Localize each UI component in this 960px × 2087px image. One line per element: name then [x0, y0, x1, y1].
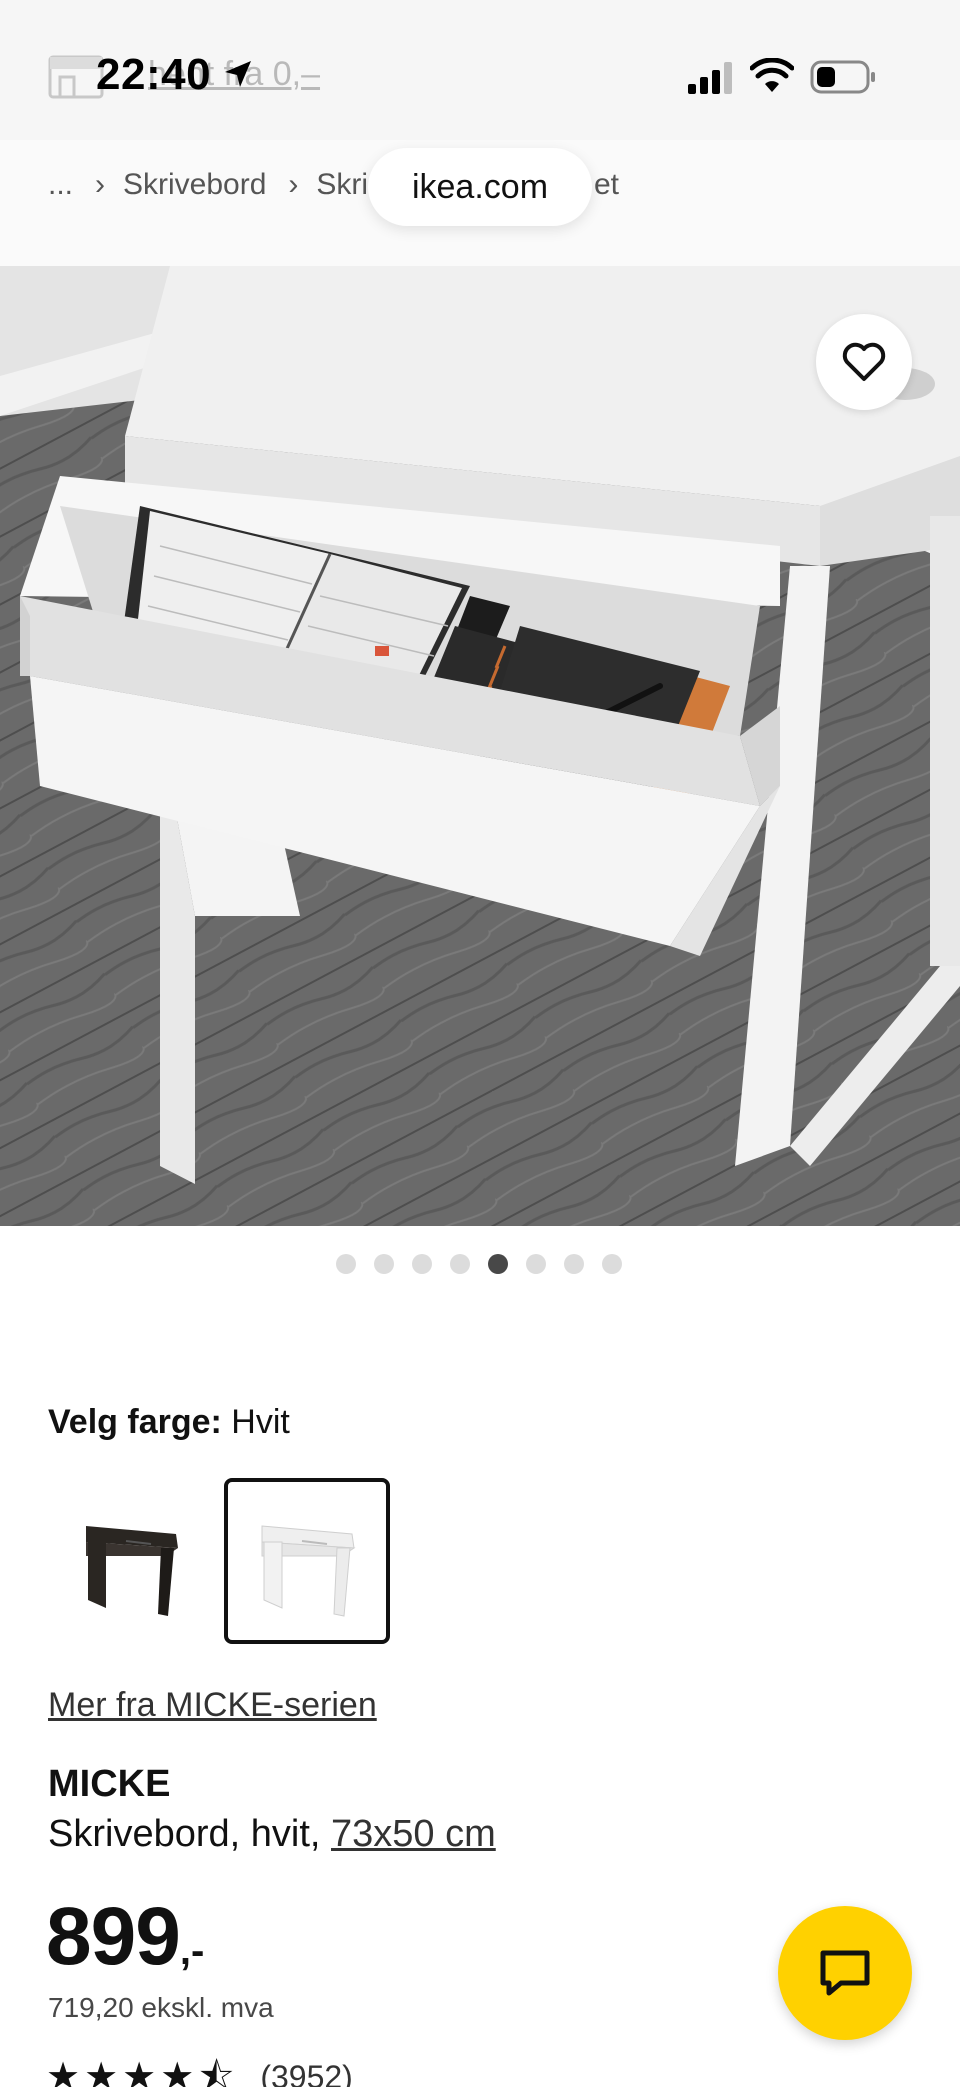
price-suffix: ,- [179, 1929, 205, 1973]
desk-thumbnail-black [86, 1526, 178, 1616]
chat-button[interactable] [778, 1906, 912, 2040]
color-select-label: Velg farge: Hvit [48, 1403, 290, 1442]
url-text: ikea.com [411, 167, 549, 206]
carousel-dot-active[interactable] [488, 1254, 508, 1274]
color-select-value: Hvit [231, 1403, 290, 1441]
price-amount: 899 [46, 1891, 181, 1982]
price-excl-vat: 719,20 ekskl. mva [48, 1992, 274, 2023]
carousel-dot[interactable] [336, 1254, 356, 1274]
clock: 22:40 [96, 50, 212, 99]
color-swatch-black-brown[interactable] [48, 1478, 214, 1644]
product-price: 899,- [46, 1890, 204, 1984]
color-swatch-white[interactable] [224, 1478, 390, 1644]
location-arrow-icon [225, 61, 251, 87]
desk-photo-illustration [0, 266, 960, 1226]
star-icon: ★ [160, 2056, 195, 2087]
carousel-dot[interactable] [412, 1254, 432, 1274]
star-icon: ★ [122, 2056, 157, 2087]
signal-icon [688, 62, 732, 94]
star-icon: ★ [84, 2056, 119, 2087]
breadcrumb-item-desks[interactable]: Skrivebord [123, 168, 266, 202]
breadcrumb-item-partial[interactable]: Skri [316, 168, 368, 202]
breadcrumb-item-ellipsis[interactable]: ... [48, 168, 73, 202]
carousel-dots [336, 1254, 622, 1274]
url-pill[interactable]: ikea.com [368, 148, 592, 226]
carousel-dot[interactable] [602, 1254, 622, 1274]
color-select-title: Velg farge: [48, 1403, 222, 1441]
battery-icon [810, 60, 875, 94]
product-rating[interactable]: ★ ★ ★ ★ ⯪ (3952) [46, 2058, 353, 2087]
breadcrumb: ... › Skrivebord › Skri [48, 168, 368, 202]
wifi-icon [750, 58, 794, 92]
product-image[interactable] [0, 266, 960, 1226]
product-description-text: Skrivebord, hvit, [48, 1813, 331, 1855]
carousel-dot[interactable] [450, 1254, 470, 1274]
breadcrumb-trailing-text: et [594, 168, 620, 201]
carousel-dot[interactable] [374, 1254, 394, 1274]
half-star-icon: ⯪ [198, 2056, 235, 2087]
star-icon: ★ [46, 2056, 81, 2087]
series-link[interactable]: Mer fra MICKE-serien [48, 1686, 377, 1725]
product-description: Skrivebord, hvit, 73x50 cm [48, 1813, 496, 1856]
chevron-right-icon: › [95, 168, 106, 201]
product-name: MICKE [48, 1763, 171, 1805]
favorite-button[interactable] [816, 314, 912, 410]
product-size-link[interactable]: 73x50 cm [331, 1813, 496, 1855]
carousel-dot[interactable] [526, 1254, 546, 1274]
chevron-right-icon: › [288, 168, 299, 201]
rating-count: (3952) [260, 2058, 353, 2087]
carousel-dot[interactable] [564, 1254, 584, 1274]
heart-icon [842, 342, 886, 381]
chat-bubble-icon [820, 1950, 870, 1996]
status-bar: hent fra 0,– 22:40 [0, 0, 960, 140]
desk-thumbnail-white [261, 1525, 356, 1617]
